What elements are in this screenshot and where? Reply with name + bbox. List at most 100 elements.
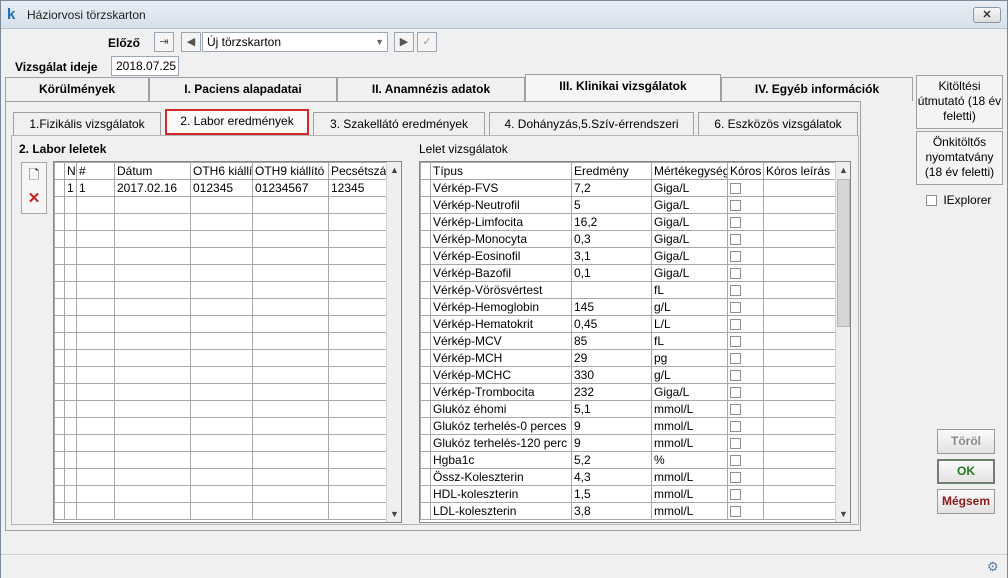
table-cell[interactable] xyxy=(252,349,329,367)
table-cell[interactable] xyxy=(252,502,329,520)
tipus-cell[interactable]: Vérkép-FVS xyxy=(430,179,572,197)
tipus-cell[interactable]: Vérkép-Hemoglobin xyxy=(430,298,572,316)
koros-leiras-cell[interactable] xyxy=(763,349,836,367)
table-cell[interactable] xyxy=(64,417,77,435)
next-record-button[interactable]: ▶ xyxy=(394,32,414,52)
koros-leiras-cell[interactable] xyxy=(763,451,836,469)
table-row[interactable]: Vérkép-Bazofil 0,1 Giga/L xyxy=(420,264,836,282)
tipus-cell[interactable]: Vérkép-MCV xyxy=(430,332,572,350)
koros-cell[interactable] xyxy=(727,332,764,350)
table-cell[interactable] xyxy=(190,230,253,248)
table-cell[interactable] xyxy=(252,315,329,333)
tipus-cell[interactable]: Össz-Koleszterin xyxy=(430,468,572,486)
table-cell[interactable] xyxy=(64,400,77,418)
koros-checkbox[interactable] xyxy=(730,353,741,365)
table-row[interactable]: HDL-koleszterin 1,5 mmol/L xyxy=(420,485,836,503)
delete-button[interactable]: Töröl xyxy=(937,429,995,454)
koros-leiras-cell[interactable] xyxy=(763,434,836,452)
col-koros-leiras[interactable]: Kóros leírás xyxy=(763,162,836,180)
mertekegyseg-cell[interactable]: fL xyxy=(651,332,728,350)
tipus-cell[interactable]: Vérkép-Monocyta xyxy=(430,230,572,248)
table-cell[interactable] xyxy=(76,468,115,486)
table-cell[interactable] xyxy=(252,281,329,299)
subtab-fizikalis[interactable]: 1.Fizikális vizsgálatok xyxy=(13,112,161,135)
table-cell[interactable] xyxy=(64,366,77,384)
mertekegyseg-cell[interactable]: mmol/L xyxy=(651,417,728,435)
eredmeny-cell[interactable]: 29 xyxy=(571,349,652,367)
table-cell[interactable] xyxy=(64,332,77,350)
table-row[interactable]: Vérkép-MCV 85 fL xyxy=(420,332,836,350)
table-cell[interactable] xyxy=(114,451,191,469)
table-row[interactable] xyxy=(54,264,399,282)
table-cell[interactable] xyxy=(190,383,253,401)
koros-checkbox[interactable] xyxy=(730,472,741,484)
tipus-cell[interactable]: Glukóz terhelés-120 perc xyxy=(430,434,572,452)
koros-cell[interactable] xyxy=(727,298,764,316)
eredmeny-cell[interactable]: 85 xyxy=(571,332,652,350)
koros-checkbox[interactable] xyxy=(730,455,741,467)
koros-leiras-cell[interactable] xyxy=(763,247,836,265)
koros-cell[interactable] xyxy=(727,468,764,486)
koros-leiras-cell[interactable] xyxy=(763,230,836,248)
koros-leiras-cell[interactable] xyxy=(763,196,836,214)
tab-egyeb-informaciok[interactable]: IV. Egyéb információk xyxy=(721,77,913,101)
mertekegyseg-cell[interactable]: Giga/L xyxy=(651,383,728,401)
table-cell[interactable] xyxy=(114,366,191,384)
table-row[interactable] xyxy=(54,196,399,214)
resize-grip-icon[interactable]: ⚙ xyxy=(987,559,999,575)
table-cell[interactable]: 1 xyxy=(64,179,77,197)
table-row[interactable]: Vérkép-Eosinofil 3,1 Giga/L xyxy=(420,247,836,265)
table-cell[interactable] xyxy=(76,349,115,367)
eredmeny-cell[interactable]: 9 xyxy=(571,417,652,435)
koros-cell[interactable] xyxy=(727,400,764,418)
table-cell[interactable] xyxy=(76,196,115,214)
tipus-cell[interactable]: HDL-koleszterin xyxy=(430,485,572,503)
subtab-dohanyzas[interactable]: 4. Dohányzás,5.Szív-érrendszeri xyxy=(489,112,694,135)
labor-scrollbar[interactable]: ▲ ▼ xyxy=(386,162,401,522)
table-cell[interactable] xyxy=(190,281,253,299)
mertekegyseg-cell[interactable]: Giga/L xyxy=(651,196,728,214)
table-cell[interactable] xyxy=(252,196,329,214)
koros-leiras-cell[interactable] xyxy=(763,298,836,316)
koros-leiras-cell[interactable] xyxy=(763,315,836,333)
koros-checkbox[interactable] xyxy=(730,200,741,212)
table-cell[interactable]: 012345 xyxy=(190,179,253,197)
eredmeny-cell[interactable]: 5 xyxy=(571,196,652,214)
koros-leiras-cell[interactable] xyxy=(763,485,836,503)
table-cell[interactable] xyxy=(64,349,77,367)
koros-leiras-cell[interactable] xyxy=(763,366,836,384)
table-cell[interactable] xyxy=(252,417,329,435)
koros-cell[interactable] xyxy=(727,179,764,197)
lelet-scrollbar[interactable]: ▲ ▼ xyxy=(835,162,850,522)
subtab-eszkozos[interactable]: 6. Eszközös vizsgálatok xyxy=(698,112,858,135)
table-cell[interactable] xyxy=(76,247,115,265)
record-select[interactable]: Új törzskarton ▼ xyxy=(202,32,388,52)
koros-cell[interactable] xyxy=(727,315,764,333)
eredmeny-cell[interactable]: 3,8 xyxy=(571,502,652,520)
table-cell[interactable] xyxy=(114,417,191,435)
scroll-down-icon[interactable]: ▼ xyxy=(836,506,850,522)
koros-leiras-cell[interactable] xyxy=(763,502,836,520)
table-row[interactable]: Vérkép-MCH 29 pg xyxy=(420,349,836,367)
koros-cell[interactable] xyxy=(727,281,764,299)
table-cell[interactable] xyxy=(252,264,329,282)
delete-x-icon[interactable]: ✕ xyxy=(22,187,46,211)
table-cell[interactable] xyxy=(252,332,329,350)
table-cell[interactable] xyxy=(64,264,77,282)
eredmeny-cell[interactable]: 1,5 xyxy=(571,485,652,503)
table-row[interactable]: LDL-koleszterin 3,8 mmol/L xyxy=(420,502,836,520)
table-cell[interactable] xyxy=(114,281,191,299)
eredmeny-cell[interactable] xyxy=(571,281,652,299)
new-document-icon[interactable]: 🗋 xyxy=(22,163,46,187)
table-cell[interactable] xyxy=(114,349,191,367)
table-cell[interactable] xyxy=(252,485,329,503)
koros-cell[interactable] xyxy=(727,417,764,435)
koros-leiras-cell[interactable] xyxy=(763,213,836,231)
table-row[interactable]: Vérkép-Hemoglobin 145 g/L xyxy=(420,298,836,316)
koros-cell[interactable] xyxy=(727,213,764,231)
eredmeny-cell[interactable]: 7,2 xyxy=(571,179,652,197)
mertekegyseg-cell[interactable]: % xyxy=(651,451,728,469)
mertekegyseg-cell[interactable]: mmol/L xyxy=(651,468,728,486)
table-row[interactable]: Vérkép-Neutrofil 5 Giga/L xyxy=(420,196,836,214)
table-cell[interactable] xyxy=(190,213,253,231)
